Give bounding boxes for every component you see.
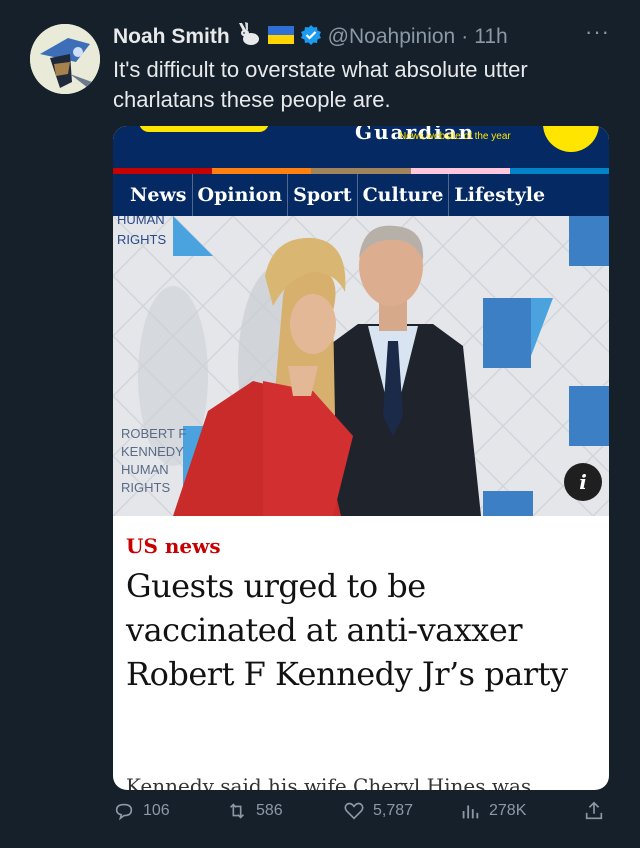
tweet-timestamp[interactable]: 11h [474, 25, 507, 49]
views-icon [462, 805, 479, 819]
retweet-count: 586 [256, 802, 283, 819]
nav-lifestyle: Lifestyle [454, 184, 546, 206]
retweet-button[interactable]: 586 [226, 800, 283, 822]
svg-text:KENNEDY: KENNEDY [121, 444, 184, 459]
svg-text:HUMAN: HUMAN [117, 216, 165, 227]
rabbit-icon [236, 21, 262, 53]
article-photo: HUMAN RIGHTS ROBERT F KENNEDY HUMAN RIGH… [113, 216, 609, 516]
views-count: 278K [489, 802, 527, 819]
article-standfirst: Kennedy said his wife Cheryl Hines was [126, 774, 532, 790]
nav-opinion: Opinion [193, 174, 289, 216]
like-count: 5,787 [373, 802, 414, 819]
like-button[interactable]: 5,787 [343, 800, 413, 822]
nav-sport: Sport [288, 174, 358, 216]
reply-icon [115, 803, 133, 821]
share-button[interactable] [583, 800, 605, 822]
article-headline[interactable]: Guests urged to be vaccinated at anti-va… [126, 564, 596, 696]
tweet-action-bar: 106 586 5,787 278K [113, 800, 613, 832]
article-link-card[interactable]: Guardian News website of the year News O… [113, 126, 609, 790]
nav-news: News [125, 174, 193, 216]
svg-text:HUMAN: HUMAN [121, 462, 169, 477]
award-text: News website of the year [399, 131, 511, 142]
article-kicker: US news [126, 534, 221, 558]
heart-icon [344, 802, 364, 820]
dot-separator: · [461, 25, 469, 48]
retweet-icon [229, 803, 245, 819]
reply-count: 106 [143, 802, 170, 819]
guardian-nav: News Opinion Sport Culture Lifestyle [113, 174, 609, 216]
guardian-roundel [543, 126, 599, 152]
reply-button[interactable]: 106 [113, 800, 170, 822]
verified-badge-icon[interactable] [300, 24, 322, 51]
author-handle[interactable]: @Noahpinion [328, 25, 456, 49]
author-avatar[interactable] [30, 24, 100, 94]
author-name[interactable]: Noah Smith [113, 25, 230, 49]
nav-culture: Culture [358, 174, 450, 216]
image-info-button[interactable]: i [564, 463, 602, 501]
ukraine-flag-icon [267, 25, 294, 49]
support-button [139, 126, 269, 132]
svg-text:RIGHTS: RIGHTS [121, 480, 170, 495]
svg-text:ROBERT F: ROBERT F [121, 426, 186, 441]
guardian-masthead: Guardian News website of the year [113, 126, 609, 168]
tweet-header: Noah Smith @Noahpinion · 11h ··· [113, 19, 620, 53]
views-button[interactable]: 278K [459, 800, 526, 822]
tweet-text: It's difficult to overstate what absolut… [113, 57, 528, 112]
share-icon [585, 801, 603, 820]
avatar-illustration [30, 24, 100, 94]
svg-text:RIGHTS: RIGHTS [117, 232, 166, 247]
more-options-icon[interactable]: ··· [585, 19, 610, 45]
